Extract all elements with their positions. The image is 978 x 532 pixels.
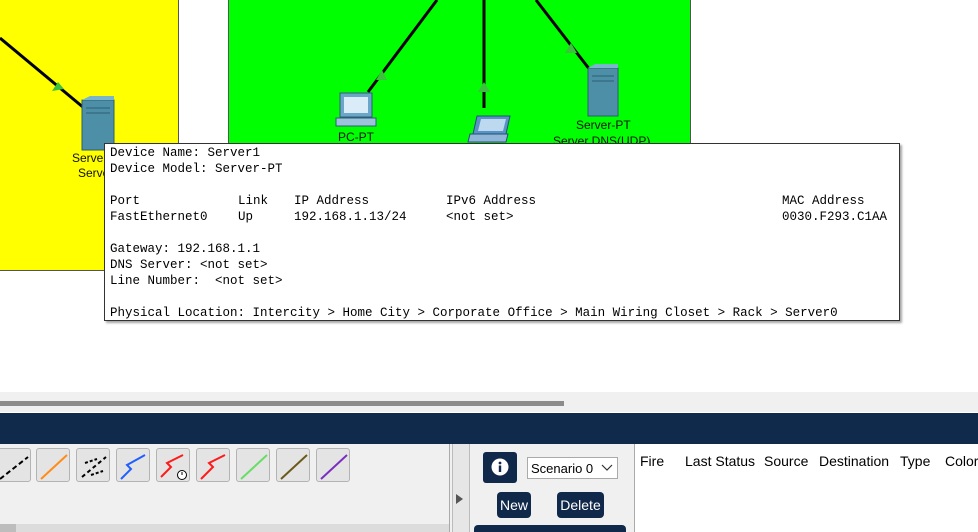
device-label-dns-server: Server-PT [576,118,631,132]
cable-copper-cross-over-button[interactable] [76,448,110,482]
cable-serial-dte-button[interactable] [196,448,230,482]
cable-coaxial-icon [280,454,308,480]
line-number-line: Line Number: <not set> [110,274,283,288]
column-header-destination[interactable]: Destination [819,453,889,469]
ip-value: 192.168.1.13/24 [294,210,407,224]
link-light-laptop [478,82,490,92]
cable-console-button[interactable] [36,448,70,482]
column-header-type[interactable]: Type [900,453,930,469]
column-header-fire[interactable]: Fire [640,453,664,469]
toolbar-strip [0,413,978,444]
cable-coaxial-button[interactable] [276,448,310,482]
scrollbar-thumb[interactable] [0,401,564,406]
device-name-line: Device Name: Server1 [110,146,261,160]
mac-value: 0030.F293.C1AA [782,210,888,224]
link-server1 [0,36,85,110]
cable-fiber-button[interactable] [116,448,150,482]
ipv6-header: IPv6 Address [446,194,537,208]
expand-arrow-icon[interactable] [456,494,463,504]
scenario-panel: Scenario 0 New Delete [470,444,630,532]
connections-scrollbar[interactable] [0,524,449,532]
port-header: Port [110,194,141,208]
cable-auto-connection-button[interactable] [0,448,31,482]
toggle-pdu-list-button[interactable] [474,525,626,532]
server-icon [81,96,115,151]
workspace-horizontal-scrollbar[interactable] [0,392,978,412]
scenario-info-button[interactable] [483,452,517,483]
cable-serial-dte-icon [200,454,226,480]
link-light-dns-server [565,43,577,53]
dns-server-line: DNS Server: <not set> [110,258,268,272]
device-label-pc: PC-PT [338,130,374,144]
device-model-line: Device Model: Server-PT [110,162,283,176]
cable-octal-button[interactable] [316,448,350,482]
physical-location-line: Physical Location: Intercity > Home City… [110,306,838,320]
cable-copper-cross-over-icon [81,456,107,478]
workspace-canvas[interactable]: Server Serve PC-PT Server-PT Server DNS(… [0,0,978,392]
link-dns-server [534,0,592,71]
link-header: Link [238,194,269,208]
port-value: FastEthernet0 [110,210,208,224]
link-light-pc [376,70,387,80]
delete-scenario-button[interactable]: Delete [557,492,604,518]
scenario-select-value: Scenario 0 [531,461,594,476]
chevron-down-icon [601,464,613,471]
cable-serial-dce-button[interactable] [156,448,190,482]
column-header-last-status[interactable]: Last Status [685,453,755,469]
info-icon [491,458,509,476]
link-value: Up [238,210,254,224]
bottom-panel: Scenario 0 New Delete Fire Last Status S… [0,444,978,532]
cable-fiber-icon [120,454,146,480]
pdu-list-table: Fire Last Status Source Destination Type… [634,444,978,532]
ipv6-value: <not set> [446,210,514,224]
scenario-select[interactable]: Scenario 0 [527,457,618,479]
device-info-tooltip: Device Name: Server1 Device Model: Serve… [104,143,900,321]
laptop-icon [467,115,511,143]
panel-splitter[interactable] [452,444,470,532]
pc-icon [335,92,377,127]
gateway-line: Gateway: 192.168.1.1 [110,242,261,256]
mac-header: MAC Address [782,194,865,208]
cable-console-icon [40,454,68,480]
connections-panel [0,444,450,532]
column-header-color[interactable]: Color [945,453,978,469]
server-icon [587,64,619,117]
cable-phone-icon [240,454,268,480]
device-label-server1: Server [72,151,108,165]
cable-auto-connection-icon [0,456,29,480]
new-scenario-button[interactable]: New [497,492,531,518]
cable-octal-icon [320,454,348,480]
cable-serial-dce-icon [160,454,187,480]
scrollbar-thumb[interactable] [0,524,16,532]
ip-header: IP Address [294,194,370,208]
cable-phone-button[interactable] [236,448,270,482]
column-header-source[interactable]: Source [764,453,808,469]
